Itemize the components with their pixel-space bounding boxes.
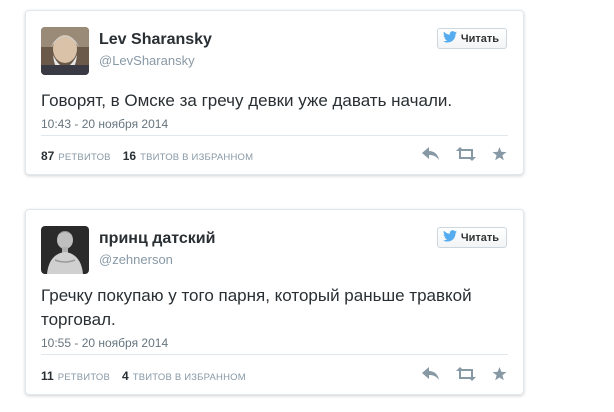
bird-icon (442, 230, 457, 245)
retweet-icon[interactable] (456, 367, 476, 381)
divider (41, 354, 508, 355)
favorites-stat[interactable]: 16 твитов в избранном (123, 149, 254, 163)
favorite-icon[interactable] (492, 147, 507, 161)
follow-button[interactable]: Читать (436, 227, 507, 248)
bird-icon (442, 31, 457, 46)
divider (41, 135, 508, 136)
retweets-stat[interactable]: 11 ретвитов (41, 369, 110, 383)
display-name[interactable]: Lev Sharansky (99, 31, 212, 49)
user-handle[interactable]: @LevSharansky (99, 53, 195, 68)
tweet-timestamp[interactable]: 10:55 - 20 ноября 2014 (41, 336, 168, 350)
tweet-stats: 87 ретвитов 16 твитов в избранном (41, 149, 253, 163)
tweet-card: Lev Sharansky @LevSharansky Читать Говор… (25, 10, 524, 175)
reply-icon[interactable] (422, 147, 440, 161)
tweet-stats: 11 ретвитов 4 твитов в избранном (41, 369, 246, 383)
avatar[interactable] (41, 27, 89, 75)
retweet-icon[interactable] (456, 147, 476, 161)
tweet-timestamp[interactable]: 10:43 - 20 ноября 2014 (41, 117, 168, 131)
user-handle[interactable]: @zehnerson (99, 252, 173, 267)
retweets-stat[interactable]: 87 ретвитов (41, 149, 111, 163)
display-name[interactable]: принц датский (99, 230, 215, 248)
follow-label: Читать (460, 32, 499, 45)
favorite-icon[interactable] (492, 367, 507, 381)
reply-icon[interactable] (422, 367, 440, 381)
tweet-text: Говорят, в Омске за гречу девки уже дава… (41, 91, 453, 110)
tweet-actions (422, 147, 507, 161)
avatar[interactable] (41, 226, 89, 274)
follow-button[interactable]: Читать (436, 28, 507, 49)
tweet-actions (422, 367, 507, 381)
favorites-stat[interactable]: 4 твитов в избранном (122, 369, 246, 383)
tweet-card: принц датский @zehnerson Читать Гречку п… (25, 209, 524, 395)
tweet-text: Гречку покупаю у того парня, который ран… (41, 286, 472, 329)
follow-label: Читать (460, 231, 499, 244)
